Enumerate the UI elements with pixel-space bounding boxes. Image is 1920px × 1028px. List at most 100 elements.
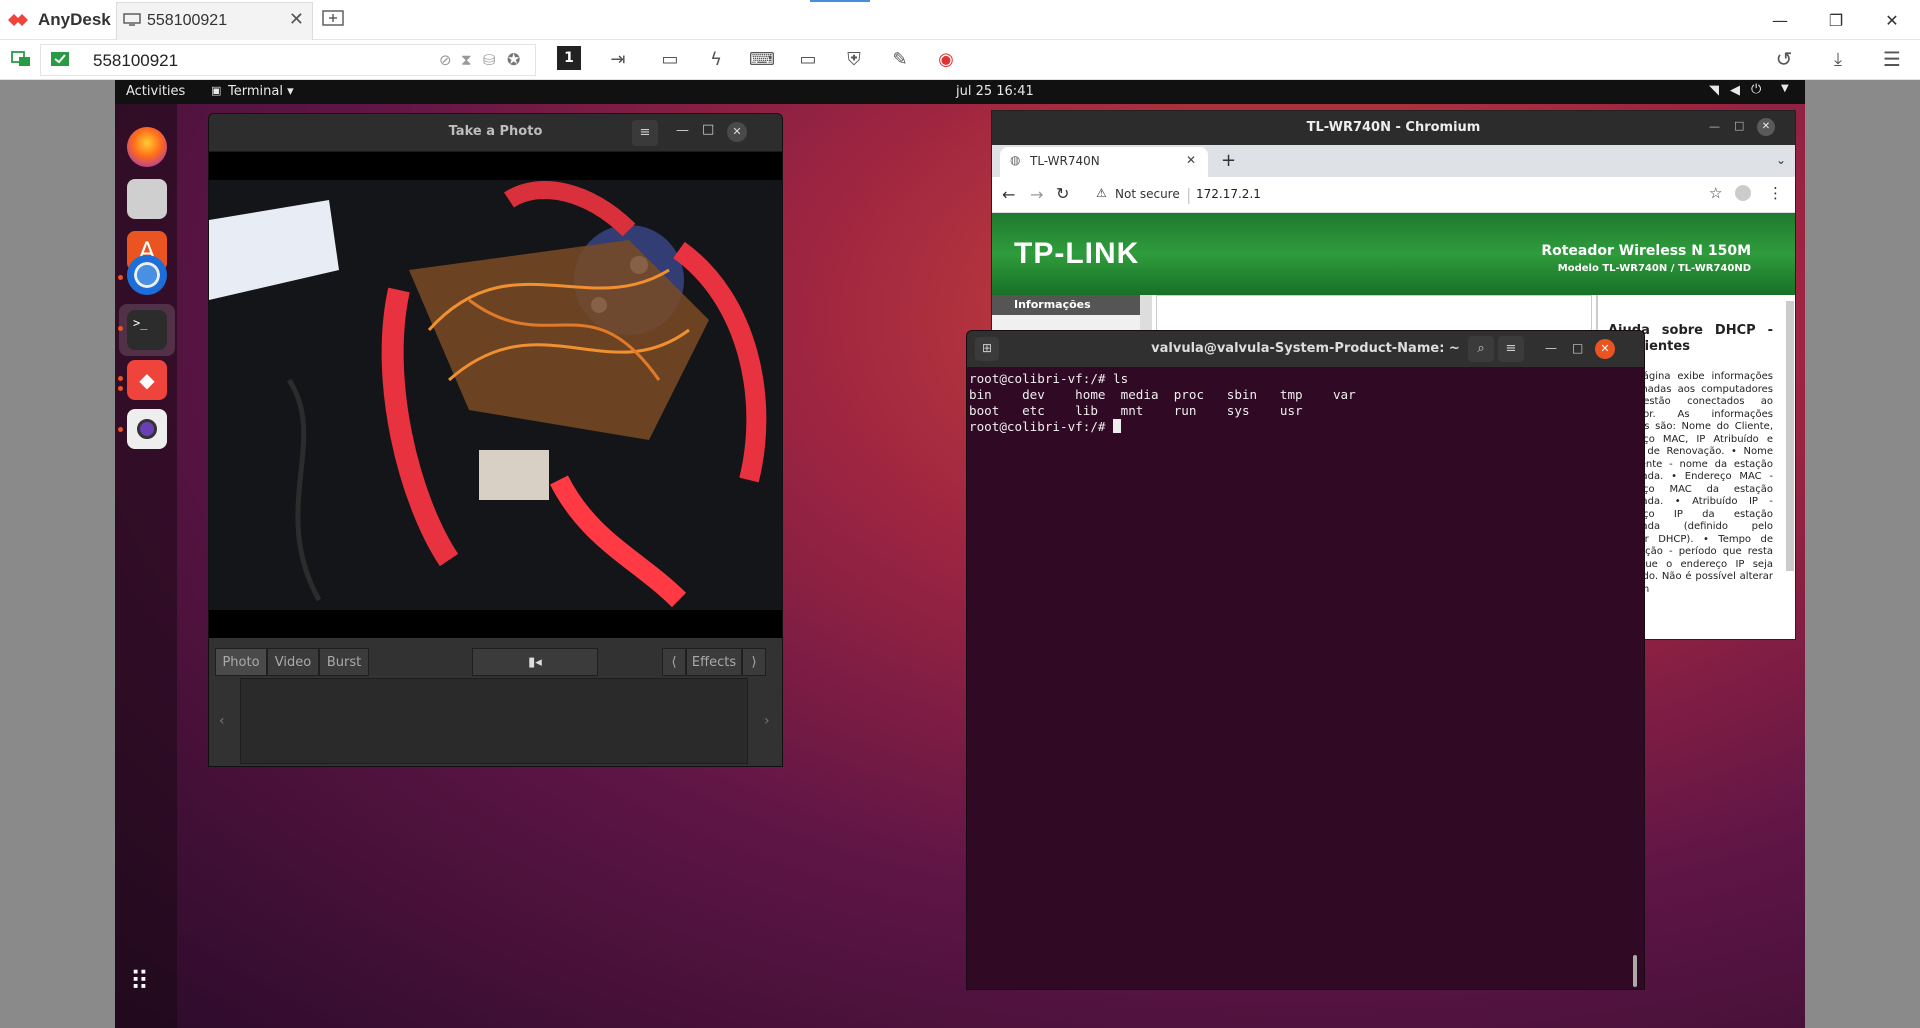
camera-preview [209,152,782,638]
close-icon[interactable]: ✕ [1864,0,1920,40]
photo-mode-button[interactable]: Photo [215,648,267,676]
clock[interactable]: jul 25 16:41 [956,84,1034,99]
hourglass-icon[interactable]: ⧗ [461,51,472,69]
close-tab-icon[interactable]: ✕ [289,9,304,30]
files-icon[interactable] [127,179,167,219]
gallery-next-icon[interactable]: › [764,713,770,729]
running-indicator [118,386,123,391]
cheese-icon[interactable] [127,409,167,449]
url-divider: | [1186,185,1192,204]
session-tab[interactable]: 558100921 ✕ [116,2,313,40]
monitor-1-button[interactable]: 1 [557,46,581,70]
wifi-icon[interactable]: ◥ [1709,83,1719,98]
app-menu[interactable]: Terminal ▾ [228,84,294,99]
whiteboard-pen-icon[interactable]: ✎ [887,46,913,72]
burst-mode-button[interactable]: Burst [319,648,369,676]
browser-tab[interactable]: ◍ TL-WR740N ✕ [1000,147,1208,177]
activities-button[interactable]: Activities [126,84,185,99]
new-tab-icon[interactable] [322,10,344,28]
close-icon[interactable]: ✕ [1595,339,1615,359]
menu-icon[interactable]: ☰ [1879,46,1905,72]
reload-icon[interactable]: ↻ [1056,184,1069,203]
close-tab-icon[interactable]: ✕ [1186,153,1196,167]
chat-icon[interactable]: ▭ [657,46,683,72]
file-transfer-icon[interactable]: ⇥ [605,46,631,72]
running-indicator [118,326,123,331]
thumbnail-strip [240,678,748,764]
chromium-icon[interactable] [127,255,167,295]
minimize-icon[interactable]: — [1709,120,1720,133]
favorite-star-icon[interactable]: ✪ [507,50,520,69]
display-icon[interactable]: ▭ [795,46,821,72]
forward-icon[interactable]: → [1030,185,1043,204]
active-indicator [810,0,870,2]
permissions-shield-icon[interactable]: ⛨ [841,46,867,72]
effects-next-icon[interactable]: ⟩ [742,648,766,676]
router-model: Modelo TL-WR740N / TL-WR740ND [1557,263,1751,274]
minimize-icon[interactable]: — [1752,0,1808,40]
database-icon[interactable]: ⛁ [483,51,496,69]
minimize-icon[interactable]: — [676,123,689,138]
chromium-tab-strip: ◍ TL-WR740N ✕ + ⌄ [992,145,1795,177]
take-photo-button[interactable]: ▮◂ [472,648,598,676]
remote-desktop[interactable]: Activities ▣ Terminal ▾ jul 25 16:41 ◥ ◀… [115,80,1805,1028]
search-icon[interactable]: ⌕ [1468,336,1494,362]
cheese-header: Take a Photo ≡ — □ ✕ [209,114,782,152]
terminal-line: boot etc lib mnt run sys usr [969,403,1303,418]
ubuntu-dock: A >_ ◆ ⠿ [115,104,177,1028]
cheese-controls: Photo Video Burst ▮◂ ⟨ Effects ⟩ ‹ › [209,638,782,766]
browser-menu-icon[interactable]: ⋮ [1768,184,1783,202]
anydesk-app: AnyDesk 558100921 ✕ — ❐ ✕ 558100921 ⊘ ⧗ … [0,0,1920,1028]
sidebar-scrollbar[interactable] [1140,295,1152,335]
verified-check-icon [51,52,69,66]
hamburger-menu-icon[interactable]: ≡ [632,120,658,146]
anydesk-dock-icon[interactable]: ◆ [127,360,167,400]
actions-lightning-icon[interactable]: ϟ [703,46,729,72]
download-icon[interactable]: ⤓ [1825,46,1851,72]
help-scrollbar[interactable] [1786,301,1794,571]
power-icon[interactable]: ⏻ [1751,82,1761,97]
terminal-prompt: root@colibri-vf:/# [969,419,1114,434]
volume-icon[interactable]: ◀ [1730,83,1740,98]
maximize-icon[interactable]: □ [702,122,714,137]
back-icon[interactable]: ← [1002,185,1015,204]
session-tab-label: 558100921 [147,12,228,29]
show-applications-icon[interactable]: ⠿ [130,969,149,995]
close-icon[interactable]: ✕ [727,122,747,142]
terminal-scrollbar[interactable] [1633,955,1637,987]
url-field[interactable]: 172.17.2.1 [1196,187,1261,201]
view-only-icon[interactable]: ⊘ [439,51,452,69]
menu-item-informacoes[interactable]: Informações [992,295,1140,315]
minimize-icon[interactable]: — [1545,341,1557,355]
address-bar[interactable]: 558100921 ⊘ ⧗ ⛁ ✪ [40,44,536,76]
gallery-prev-icon[interactable]: ‹ [219,713,225,729]
window-controls: — ❐ ✕ [1752,0,1920,40]
warning-icon[interactable]: ⚠ [1096,186,1107,200]
hamburger-menu-icon[interactable]: ≡ [1498,336,1524,362]
video-mode-button[interactable]: Video [267,648,319,676]
effects-prev-icon[interactable]: ⟨ [662,648,686,676]
terminal-line: root@colibri-vf:/# ls [969,371,1129,386]
maximize-icon[interactable]: □ [1572,341,1583,355]
terminal-output[interactable]: root@colibri-vf:/# ls bin dev home media … [969,371,1356,435]
bookmark-star-icon[interactable]: ☆ [1709,184,1722,202]
close-icon[interactable]: ✕ [1757,118,1775,136]
record-session-icon[interactable]: ◉ [933,46,959,72]
maximize-icon[interactable]: □ [1734,119,1744,132]
terminal-cursor [1113,419,1122,433]
connection-status-icon [11,51,30,66]
terminal-line: bin dev home media proc sbin tmp var [969,387,1356,402]
terminal-window: ⊞ valvula@valvula-System-Product-Name: ~… [966,330,1645,990]
new-tab-icon[interactable]: + [1221,150,1236,171]
security-label[interactable]: Not secure [1115,187,1180,201]
terminal-icon[interactable]: >_ [127,310,167,350]
keyboard-icon[interactable]: ⌨ [749,46,775,72]
restore-icon[interactable]: ❐ [1808,0,1864,40]
effects-button[interactable]: Effects [686,648,742,676]
tab-search-icon[interactable]: ⌄ [1776,153,1786,167]
history-icon[interactable]: ↺ [1771,46,1797,72]
anydesk-toolbar: 558100921 ⊘ ⧗ ⛁ ✪ 1 ⇥ ▭ ϟ ⌨ ▭ ⛨ ✎ ◉ ↺ ⤓ … [0,40,1920,80]
profile-avatar-icon[interactable] [1735,185,1751,201]
firefox-icon[interactable] [127,127,167,167]
system-menu-arrow-icon[interactable]: ▼ [1781,83,1789,94]
